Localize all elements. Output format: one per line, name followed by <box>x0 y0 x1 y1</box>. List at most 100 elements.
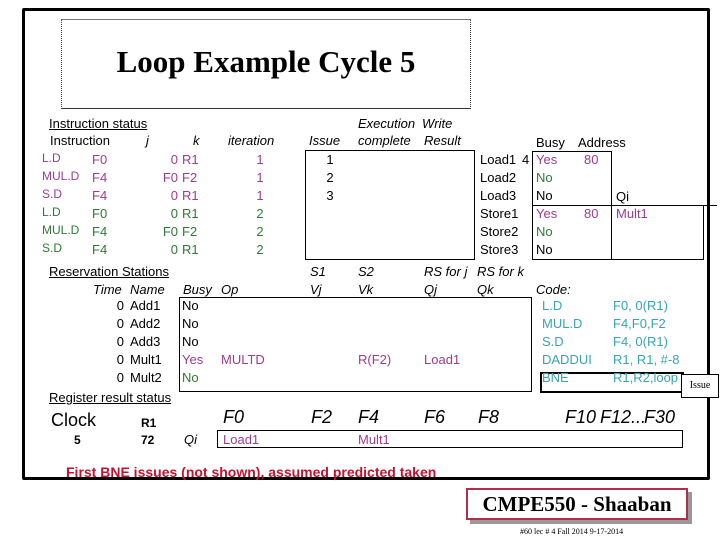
rs-busy: Yes <box>182 352 204 367</box>
rs-col-op: Op <box>221 282 239 297</box>
buffer-busy: Yes <box>536 206 558 221</box>
buffer-name: Load3 <box>480 188 517 203</box>
register-f10: F10 <box>565 407 597 427</box>
rs-busy: No <box>182 316 199 331</box>
code-args: F4,F0,F2 <box>613 316 666 331</box>
rs-time: 0 <box>116 352 124 367</box>
rs-vk: R(F2) <box>358 352 392 367</box>
rs-busy: No <box>182 334 199 349</box>
rs-busy: No <box>182 370 199 385</box>
rs-col-s1: S1 <box>310 264 326 279</box>
col-address: Address <box>578 135 626 150</box>
col-write-bottom: Result <box>424 133 461 148</box>
col-exec-top: Execution <box>358 116 416 131</box>
instr-j: F0 <box>162 224 178 239</box>
instr-dest: F0 <box>92 206 108 221</box>
rs-time: 0 <box>116 316 124 331</box>
rs-name: Mult2 <box>130 370 162 385</box>
buffer-qi: Mult1 <box>616 206 648 221</box>
r1-label: R1 <box>141 416 157 430</box>
instr-op: L.D <box>42 151 61 165</box>
instr-k: R1 <box>182 188 199 203</box>
rs-col-rsk: RS for k <box>477 264 524 279</box>
rs-col-time: Time <box>93 282 122 297</box>
instr-issue: 3 <box>326 188 334 203</box>
buffer-busy: No <box>536 170 553 185</box>
register-qi: Load1 <box>223 432 260 447</box>
col-busy: Busy <box>536 135 565 150</box>
instr-dest: F0 <box>92 152 108 167</box>
register-f8: F8 <box>478 407 500 427</box>
clock-label: Clock <box>51 410 97 430</box>
reservation-stations-heading: Reservation Stations <box>49 264 169 279</box>
rs-time: 0 <box>116 370 124 385</box>
instr-j: 0 <box>170 188 178 203</box>
code-op: L.D <box>542 298 563 313</box>
rs-name: Mult1 <box>130 352 162 367</box>
footnote: #60 lec # 4 Fall 2014 9-17-2014 <box>520 527 624 536</box>
rs-qj: Load1 <box>424 352 461 367</box>
buffer-name: Store2 <box>480 224 519 239</box>
code-heading: Code: <box>536 282 571 297</box>
buffer-name: Store3 <box>480 242 519 257</box>
instr-iteration: 1 <box>256 188 264 203</box>
rs-col-vj: Vj <box>310 282 322 297</box>
rs-col-rsj: RS for j <box>424 264 468 279</box>
buffer-address: 80 <box>584 206 599 221</box>
col-issue: Issue <box>309 133 341 148</box>
register-f6: F6 <box>424 407 446 427</box>
buffer-name: Store1 <box>480 206 519 221</box>
register-f30: F30 <box>644 407 676 427</box>
register-status-heading: Register result status <box>49 390 172 405</box>
buffer-name: Load1 <box>480 152 517 167</box>
code-args: R1,R2,loop <box>613 370 679 385</box>
instr-issue: 2 <box>326 170 334 185</box>
register-f4: F4 <box>358 407 380 427</box>
register-qi-box <box>217 430 683 448</box>
instr-j: 0 <box>170 242 178 257</box>
note-text: First BNE issues (not shown), assumed pr… <box>66 464 437 480</box>
rs-op: MULTD <box>221 352 265 367</box>
rs-col-qj: Qj <box>424 282 437 297</box>
slide-title: Loop Example Cycle 5 <box>116 44 416 79</box>
instr-j: F0 <box>162 170 178 185</box>
buffer-busy: No <box>536 224 553 239</box>
buffer-address: 80 <box>584 152 599 167</box>
instr-dest: F4 <box>92 224 108 239</box>
rs-col-busy: Busy <box>183 282 212 297</box>
instr-op: S.D <box>42 187 63 201</box>
instr-op: L.D <box>42 205 61 219</box>
instr-op: MUL.D <box>42 169 80 183</box>
rs-name: Add2 <box>130 316 161 331</box>
qi-label: Qi <box>184 432 197 447</box>
col-iteration: iteration <box>228 133 275 148</box>
rs-time: 0 <box>116 298 124 313</box>
code-op: DADDUI <box>542 352 592 367</box>
instr-dest: F4 <box>92 188 108 203</box>
col-instruction: Instruction <box>50 133 110 148</box>
instr-k: F2 <box>182 170 198 185</box>
instr-op: MUL.D <box>42 223 80 237</box>
instr-k: R1 <box>182 242 199 257</box>
rs-box <box>179 297 532 392</box>
buffer-busy: No <box>536 188 553 203</box>
instr-iteration: 1 <box>256 170 264 185</box>
rs-col-s2: S2 <box>358 264 374 279</box>
instr-dest: F4 <box>92 170 108 185</box>
rs-name: Add1 <box>130 298 161 313</box>
register-f2: F2 <box>311 407 333 427</box>
col-qi: Qi <box>616 189 629 204</box>
col-j: j <box>146 133 149 148</box>
code-args: F4, 0(R1) <box>613 334 668 349</box>
instr-iteration: 1 <box>256 152 264 167</box>
instr-iteration: 2 <box>256 242 264 257</box>
register-f0: F0 <box>223 407 245 427</box>
code-args: R1, R1, #-8 <box>613 352 680 367</box>
rs-col-vk: Vk <box>358 282 374 297</box>
buffer-busy: Yes <box>536 152 558 167</box>
instr-k: F2 <box>182 224 198 239</box>
instr-k: R1 <box>182 206 199 221</box>
buffer-name: Load2 <box>480 170 517 185</box>
col-write-top: Write <box>422 116 453 131</box>
instr-issue: 1 <box>326 152 334 167</box>
